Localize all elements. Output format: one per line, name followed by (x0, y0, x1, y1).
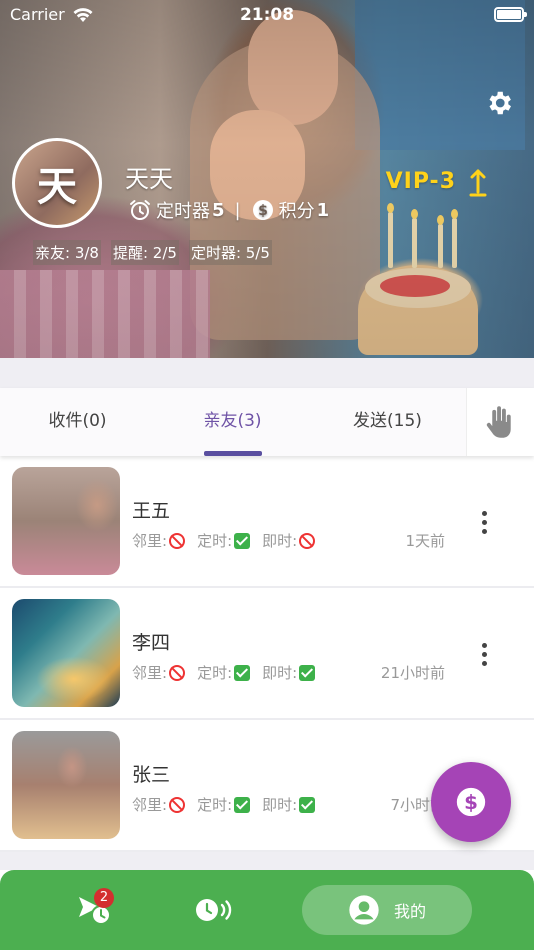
checkmark-icon (234, 796, 251, 813)
nav-messages[interactable] (60, 870, 130, 950)
friend-thumbnail (12, 599, 120, 707)
list-footer-spacer (0, 852, 534, 870)
list-item[interactable]: 李四 邻里: 定时: 即时: 21小时前 (0, 588, 534, 720)
clock-broadcast-icon (196, 899, 232, 921)
svg-text:$: $ (464, 791, 478, 814)
friend-thumbnail (12, 731, 120, 839)
prohibited-icon (169, 664, 186, 681)
friend-name: 王五 (132, 500, 171, 522)
neighbor-label: 邻里: (132, 532, 168, 550)
nav-me[interactable]: 我的 (302, 885, 472, 935)
background-candle (411, 209, 418, 268)
friend-name: 张三 (132, 764, 171, 786)
neighbor-label: 邻里: (132, 664, 168, 682)
settings-gear-icon[interactable] (484, 88, 514, 118)
background-photo-berries (380, 275, 450, 297)
scheduled-label: 定时: (197, 532, 233, 550)
unread-badge: 2 (94, 888, 114, 908)
instant-label: 即时: (262, 664, 298, 682)
checkmark-icon (234, 664, 251, 681)
scheduled-label: 定时: (197, 796, 233, 814)
more-options-icon[interactable] (474, 640, 494, 670)
background-candle (451, 209, 458, 268)
user-profile-icon (349, 895, 379, 925)
friend-permissions: 邻里: 定时: 即时: (132, 794, 327, 815)
quota-friends: 亲友: 3/8 (33, 240, 101, 265)
list-item[interactable]: 王五 邻里: 定时: 即时: 1天前 (0, 456, 534, 588)
instant-label: 即时: (262, 532, 298, 550)
profile-stats: 定时器 5 | $ 积分 1 (128, 197, 329, 223)
vip-level: VIP-3 (385, 169, 456, 194)
checkmark-icon (299, 796, 316, 813)
background-candle (387, 203, 394, 268)
tab-sent[interactable]: 发送(15) (310, 388, 465, 456)
prohibited-icon (169, 532, 186, 549)
checkmark-icon (299, 664, 316, 681)
upgrade-arrow-icon[interactable] (468, 168, 488, 202)
tab-friends[interactable]: 亲友(3) (155, 388, 310, 456)
quota-reminders: 提醒: 2/5 (110, 240, 179, 265)
neighbor-label: 邻里: (132, 796, 168, 814)
avatar[interactable]: 天 (12, 138, 102, 228)
dollar-coin-icon: $ (456, 787, 486, 817)
points-label: 积分 (278, 201, 315, 222)
stats-separator: | (234, 199, 241, 221)
status-time: 21:08 (239, 5, 295, 25)
profile-name: 天天 (125, 165, 173, 193)
last-seen-time: 21小时前 (380, 664, 445, 682)
quota-row: 亲友: 3/8 提醒: 2/5 定时器: 5/5 (33, 240, 272, 265)
friend-permissions: 邻里: 定时: 即时: (132, 530, 327, 551)
last-seen-time: 1天前 (405, 532, 445, 550)
status-bar: Carrier 21:08 (0, 0, 534, 30)
nav-timer[interactable] (180, 870, 250, 950)
tab-bar: 收件(0) 亲友(3) 发送(15) (0, 388, 534, 456)
alarm-clock-icon (130, 200, 150, 220)
points-count: 1 (316, 199, 330, 221)
quota-timers: 定时器: 5/5 (188, 240, 272, 265)
nav-me-label: 我的 (393, 902, 426, 921)
prohibited-icon (169, 796, 186, 813)
timer-label: 定时器 (156, 201, 210, 222)
avatar-initial: 天 (37, 164, 77, 210)
friend-thumbnail (12, 467, 120, 575)
friend-permissions: 邻里: 定时: 即时: (132, 662, 327, 683)
background-photo-person (190, 40, 380, 340)
section-divider (0, 358, 534, 388)
hand-stop-button[interactable] (466, 388, 534, 456)
background-photo-crib (0, 270, 210, 358)
more-options-icon[interactable] (474, 508, 494, 538)
tab-active-indicator (204, 451, 262, 456)
points-fab-button[interactable]: $ (431, 762, 511, 842)
battery-icon (494, 7, 527, 22)
background-photo-cake (358, 265, 478, 355)
svg-text:$: $ (258, 203, 268, 219)
checkmark-icon (234, 532, 251, 549)
friend-name: 李四 (132, 632, 171, 654)
timer-count: 5 (212, 199, 225, 221)
background-photo-cake-top (365, 268, 471, 308)
instant-label: 即时: (262, 796, 298, 814)
tab-inbox[interactable]: 收件(0) (0, 388, 155, 456)
dollar-coin-icon: $ (252, 200, 273, 220)
hand-icon (486, 406, 511, 438)
bottom-nav: 2 我的 (0, 870, 534, 950)
background-candle (437, 215, 444, 268)
prohibited-icon (299, 532, 316, 549)
scheduled-label: 定时: (197, 664, 233, 682)
